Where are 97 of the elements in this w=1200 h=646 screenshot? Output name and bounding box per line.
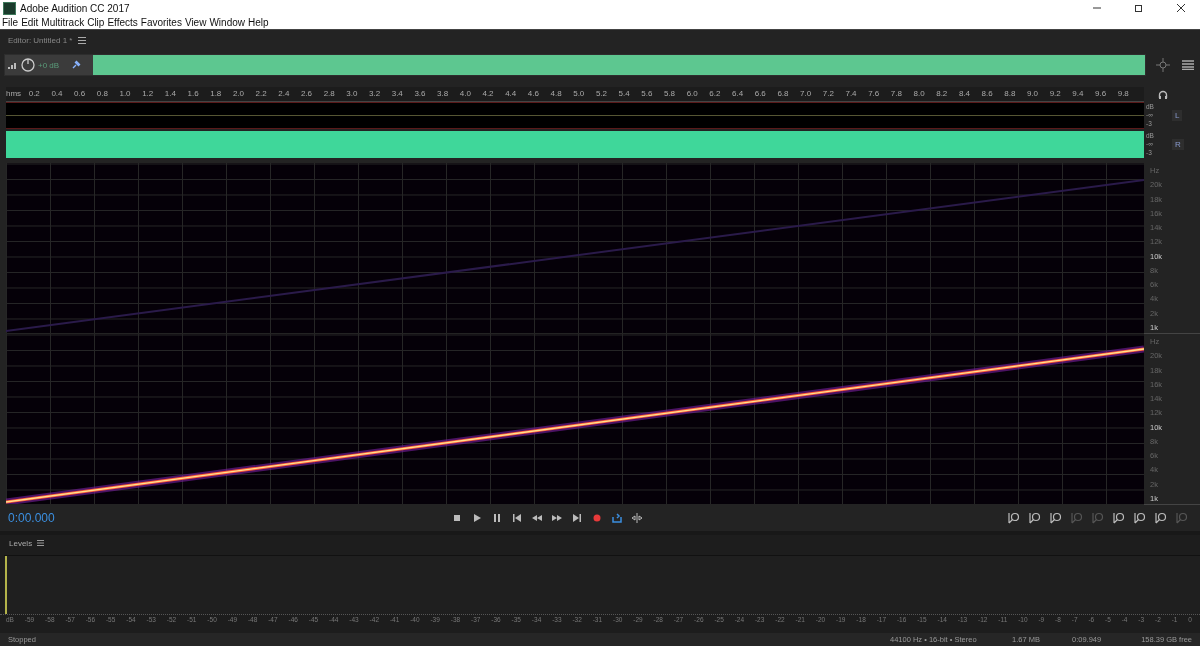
- menu-item[interactable]: Edit: [21, 16, 39, 29]
- ruler-label: 9.8: [1117, 88, 1130, 100]
- ruler-label: 7.4: [845, 88, 858, 100]
- stop-icon: [452, 513, 462, 523]
- ruler-label: 0.4: [51, 88, 64, 100]
- ruler-label: 1.4: [164, 88, 177, 100]
- signal-icon: [8, 61, 18, 69]
- zoom-icon: [1071, 512, 1083, 524]
- ruler-label: 3.4: [391, 88, 404, 100]
- ruler-label: 1.8: [210, 88, 223, 100]
- start-icon: [512, 513, 522, 523]
- ruler-label: 8.4: [958, 88, 971, 100]
- ruler-label: 6.6: [754, 88, 767, 100]
- ruler-label: 3.8: [437, 88, 450, 100]
- ruler-label: 4.4: [505, 88, 518, 100]
- app-logo-icon: [3, 1, 16, 15]
- menu-icon[interactable]: [37, 540, 45, 546]
- ruler-label: 1.0: [119, 88, 132, 100]
- ruler-label: 3.6: [414, 88, 427, 100]
- ruler-label: 9.6: [1095, 88, 1108, 100]
- ruler-label: 0.8: [96, 88, 109, 100]
- ruler-label: 2.8: [323, 88, 336, 100]
- zoom-icon: [1113, 512, 1125, 524]
- ruler-label: 4.0: [459, 88, 472, 100]
- ruler-label: hms: [6, 88, 23, 100]
- panel-title: Levels: [9, 538, 33, 548]
- overview-waveform[interactable]: +0 dB: [4, 54, 1146, 76]
- menu-icon[interactable]: [78, 37, 87, 44]
- time-ruler[interactable]: hms 0.2 0.4 0.6 0.8 1.0 1.2 1.4 1.6 1.8 2.0 2.2 2.4 2.6 2.8 3.0 3.2 3.4 3.6 3.8 4.0 4.2 4.4 4.6 4.8 5.0 5.2 5.4 5.6 5.8 6.0 6.2 6.4 6.6 6.8 7.0 7.2 7.4 7.6 7.8 8.0 8.2 8.4 8.6 8.8 9.0 9.2 9.4 9.6 9.8: [6, 87, 1144, 102]
- ruler-label: 8.0: [913, 88, 926, 100]
- ruler-label: 5.0: [573, 88, 586, 100]
- loop-icon: [612, 513, 622, 523]
- forward-icon: [552, 513, 562, 523]
- list-icon[interactable]: [1182, 60, 1194, 70]
- menu-item[interactable]: File: [2, 16, 19, 29]
- window-title: Adobe Audition CC 2017: [20, 2, 130, 14]
- menu-item[interactable]: Effects: [107, 16, 138, 29]
- volume-reading: +0 dB: [38, 60, 61, 70]
- ruler-label: 6.4: [732, 88, 745, 100]
- pause-icon: [492, 513, 502, 523]
- zoom-icon: [1008, 512, 1020, 524]
- ruler-label: 0.6: [74, 88, 87, 100]
- knob-icon[interactable]: [21, 58, 35, 72]
- rewind-icon: [532, 513, 542, 523]
- menu-item[interactable]: Help: [248, 16, 269, 29]
- end-icon: [572, 513, 582, 523]
- menu-item[interactable]: Multitrack: [41, 16, 85, 29]
- maximize-icon[interactable]: [1134, 3, 1144, 13]
- ruler-label: 1.6: [187, 88, 200, 100]
- channel-label[interactable]: R: [1172, 139, 1184, 150]
- ruler-label: 6.8: [777, 88, 790, 100]
- ruler-label: 7.8: [890, 88, 903, 100]
- ruler-label: 6.0: [686, 88, 699, 100]
- ruler-label: 0.2: [28, 88, 41, 100]
- menu-item[interactable]: Window: [209, 16, 245, 29]
- ruler-label: 5.6: [641, 88, 654, 100]
- ruler-label: 4.8: [550, 88, 563, 100]
- zoom-icon: [1134, 512, 1146, 524]
- close-icon[interactable]: [1176, 3, 1186, 13]
- ruler-label: 8.8: [1004, 88, 1017, 100]
- ruler-label: 9.4: [1072, 88, 1085, 100]
- ruler-label: 7.2: [822, 88, 835, 100]
- zoom-icon: [1176, 512, 1188, 524]
- ruler-label: 1.2: [142, 88, 155, 100]
- editor-tab[interactable]: Editor: Untitled 1 *: [8, 36, 73, 45]
- ruler-label: 9.0: [1026, 88, 1040, 100]
- zoom-icon: [1092, 512, 1104, 524]
- ruler-label: 3.0: [346, 88, 359, 100]
- skip-icon: [632, 513, 642, 523]
- ruler-label: 6.2: [709, 88, 722, 100]
- zoom-icon: [1155, 512, 1167, 524]
- ruler-label: 2.4: [278, 88, 291, 100]
- zoom-icon: [1050, 512, 1062, 524]
- record-icon: [592, 513, 602, 523]
- ruler-label: 5.8: [663, 88, 677, 100]
- channel-label[interactable]: L: [1172, 110, 1183, 121]
- zoom-icon: [1029, 512, 1041, 524]
- headphones-icon[interactable]: [1158, 89, 1168, 100]
- ruler-label: 2.0: [232, 88, 245, 100]
- ruler-label: 3.2: [369, 88, 382, 100]
- ruler-label: 8.2: [936, 88, 949, 100]
- ruler-label: 9.2: [1049, 88, 1062, 100]
- crosshair-icon[interactable]: [1156, 58, 1170, 72]
- time-display: 0:00.000: [8, 511, 56, 525]
- ruler-label: 5.4: [618, 88, 631, 100]
- ruler-label: 2.6: [300, 88, 314, 100]
- menu-item[interactable]: Favorites: [140, 16, 182, 29]
- ruler-label: 4.2: [482, 88, 495, 100]
- menu-item[interactable]: Clip: [87, 16, 105, 29]
- play-icon: [472, 513, 482, 523]
- ruler-label: 5.2: [595, 88, 608, 100]
- ruler-label: 2.2: [255, 88, 268, 100]
- ruler-label: 4.6: [527, 88, 540, 100]
- ruler-label: 7.6: [868, 88, 881, 100]
- menu-item[interactable]: View: [184, 16, 207, 29]
- ruler-label: 7.0: [800, 88, 813, 100]
- ruler-label: 8.6: [981, 88, 994, 100]
